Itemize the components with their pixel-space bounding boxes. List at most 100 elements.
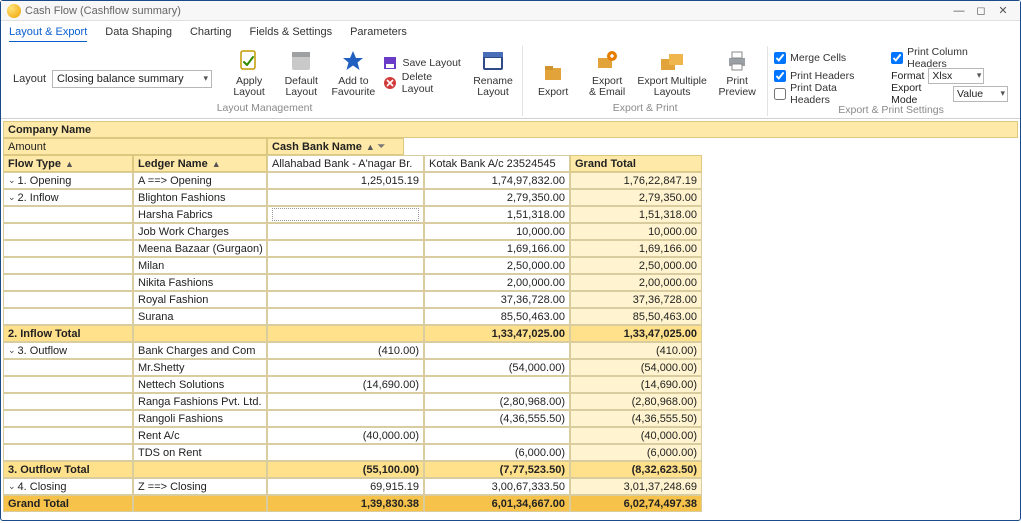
ledger-cell[interactable]: Z ==> Closing	[133, 478, 267, 495]
flow-cell[interactable]: ⌄4. Closing	[3, 478, 133, 495]
bank1-cell[interactable]	[267, 240, 424, 257]
bank2-cell[interactable]: 37,36,728.00	[424, 291, 570, 308]
delete-layout-button[interactable]: Delete Layout	[382, 74, 464, 92]
menu-parameters[interactable]: Parameters	[350, 23, 407, 42]
rename-layout-button[interactable]: RenameLayout	[470, 46, 516, 100]
bank2-cell[interactable]: 1,74,97,832.00	[424, 172, 570, 189]
section-total-blank[interactable]	[133, 325, 267, 342]
close-button[interactable]: ✕	[992, 4, 1014, 17]
flow-cell[interactable]: ⌄1. Opening	[3, 172, 133, 189]
flow-cell[interactable]	[3, 291, 133, 308]
ledger-cell[interactable]: Nettech Solutions	[133, 376, 267, 393]
grand-total-cell[interactable]: 2,00,000.00	[570, 274, 702, 291]
bank2-grand[interactable]: 6,01,34,667.00	[424, 495, 570, 512]
grand-total-cell[interactable]: 85,50,463.00	[570, 308, 702, 325]
ledger-cell[interactable]: Milan	[133, 257, 267, 274]
export-email-button[interactable]: Export& Email	[583, 46, 631, 100]
bank2-cell[interactable]: 3,00,67,333.50	[424, 478, 570, 495]
export-mode-select[interactable]: Value	[953, 86, 1008, 102]
flow-cell[interactable]	[3, 274, 133, 291]
ledger-cell[interactable]: Royal Fashion	[133, 291, 267, 308]
grand-total-cell[interactable]: (14,690.00)	[570, 376, 702, 393]
ledger-cell[interactable]: Job Work Charges	[133, 223, 267, 240]
flow-col-header[interactable]: Flow Type▲	[3, 155, 133, 172]
grand-total-cell[interactable]: (6,000.00)	[570, 444, 702, 461]
flow-cell[interactable]	[3, 257, 133, 274]
export-button[interactable]: Export	[529, 57, 577, 100]
grand-total-cell[interactable]: 37,36,728.00	[570, 291, 702, 308]
bank1-cell[interactable]: 1,25,015.19	[267, 172, 424, 189]
bank1-cell[interactable]	[267, 206, 424, 223]
bank1-cell[interactable]	[267, 274, 424, 291]
print-headers-checkbox[interactable]	[774, 70, 786, 82]
bank1-cell[interactable]	[267, 444, 424, 461]
collapse-icon[interactable]: ⌄	[8, 481, 16, 492]
bank1-col-header[interactable]: Allahabad Bank - A'nagar Br.	[267, 155, 424, 172]
layout-select[interactable]: Closing balance summary	[52, 70, 212, 88]
company-name-field[interactable]: Company Name	[3, 121, 1018, 138]
print-data-headers-checkbox[interactable]	[774, 88, 786, 100]
flow-cell[interactable]	[3, 223, 133, 240]
flow-cell[interactable]	[3, 427, 133, 444]
ledger-cell[interactable]: Ranga Fashions Pvt. Ltd.	[133, 393, 267, 410]
ledger-cell[interactable]: Harsha Fabrics	[133, 206, 267, 223]
amount-field[interactable]: Amount	[3, 138, 267, 155]
grand-total-col-header[interactable]: Grand Total	[570, 155, 702, 172]
grand-total-cell[interactable]: (410.00)	[570, 342, 702, 359]
grand-total-cell[interactable]: 1,51,318.00	[570, 206, 702, 223]
flow-cell[interactable]	[3, 444, 133, 461]
bank2-cell[interactable]: 1,51,318.00	[424, 206, 570, 223]
section-total-blank[interactable]	[133, 461, 267, 478]
grand-total-cell[interactable]: (40,000.00)	[570, 427, 702, 444]
bank1-cell[interactable]	[267, 410, 424, 427]
print-col-headers-checkbox[interactable]	[891, 52, 903, 64]
bank1-total[interactable]: (55,100.00)	[267, 461, 424, 478]
section-total-label[interactable]: 3. Outflow Total	[3, 461, 133, 478]
bank1-cell[interactable]: 69,915.19	[267, 478, 424, 495]
bank2-cell[interactable]: (54,000.00)	[424, 359, 570, 376]
ledger-cell[interactable]: Blighton Fashions	[133, 189, 267, 206]
grand-total-cell[interactable]: (2,80,968.00)	[570, 393, 702, 410]
bank2-cell[interactable]: 2,00,000.00	[424, 274, 570, 291]
merge-cells-checkbox[interactable]	[774, 52, 786, 64]
gt-grand[interactable]: 6,02,74,497.38	[570, 495, 702, 512]
export-multiple-button[interactable]: Export MultipleLayouts	[637, 46, 707, 100]
ledger-cell[interactable]: Rangoli Fashions	[133, 410, 267, 427]
ledger-cell[interactable]: Nikita Fashions	[133, 274, 267, 291]
apply-layout-button[interactable]: ApplyLayout	[226, 46, 272, 100]
bank1-cell[interactable]	[267, 257, 424, 274]
collapse-icon[interactable]: ⌄	[8, 345, 16, 356]
menu-layout-export[interactable]: Layout & Export	[9, 23, 87, 42]
bank2-cell[interactable]: 85,50,463.00	[424, 308, 570, 325]
grand-total-blank[interactable]	[133, 495, 267, 512]
bank1-cell[interactable]: (14,690.00)	[267, 376, 424, 393]
menu-data-shaping[interactable]: Data Shaping	[105, 23, 172, 42]
add-favourite-button[interactable]: Add toFavourite	[330, 46, 376, 100]
flow-cell[interactable]	[3, 393, 133, 410]
ledger-col-header[interactable]: Ledger Name▲	[133, 155, 267, 172]
bank1-cell[interactable]	[267, 393, 424, 410]
bank1-cell[interactable]: (40,000.00)	[267, 427, 424, 444]
grand-total-cell[interactable]: 10,000.00	[570, 223, 702, 240]
grand-total-cell[interactable]: 1,76,22,847.19	[570, 172, 702, 189]
bank2-cell[interactable]: 2,50,000.00	[424, 257, 570, 274]
bank2-cell[interactable]: 10,000.00	[424, 223, 570, 240]
flow-cell[interactable]	[3, 376, 133, 393]
gt-total[interactable]: (8,32,623.50)	[570, 461, 702, 478]
flow-cell[interactable]	[3, 206, 133, 223]
flow-cell[interactable]	[3, 359, 133, 376]
bank1-total[interactable]	[267, 325, 424, 342]
save-layout-button[interactable]: Save Layout	[382, 54, 464, 72]
grand-total-cell[interactable]: 1,69,166.00	[570, 240, 702, 257]
section-total-label[interactable]: 2. Inflow Total	[3, 325, 133, 342]
menu-charting[interactable]: Charting	[190, 23, 232, 42]
ledger-cell[interactable]: Rent A/c	[133, 427, 267, 444]
ledger-cell[interactable]: TDS on Rent	[133, 444, 267, 461]
ledger-cell[interactable]: Surana	[133, 308, 267, 325]
default-layout-button[interactable]: DefaultLayout	[278, 46, 324, 100]
cash-bank-field[interactable]: Cash Bank Name▲⏷	[267, 138, 404, 155]
bank2-cell[interactable]	[424, 427, 570, 444]
gt-total[interactable]: 1,33,47,025.00	[570, 325, 702, 342]
flow-cell[interactable]	[3, 410, 133, 427]
ledger-cell[interactable]: Mr.Shetty	[133, 359, 267, 376]
